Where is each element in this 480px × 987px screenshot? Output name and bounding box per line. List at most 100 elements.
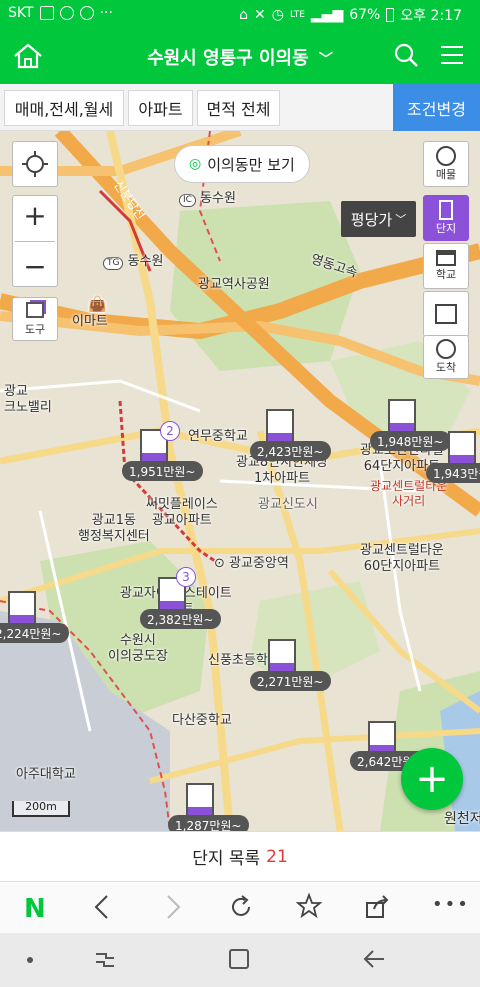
iui-palace-label: 수원시 이의궁도장 <box>108 633 168 665</box>
status-bar: SKT ··· ⌂ ✕ ◷ LTE ▂▄▆ 67% 오후 2:17 <box>0 0 480 28</box>
zoom-out-button[interactable]: − <box>23 252 46 281</box>
price-type-label: 평당가 <box>350 210 393 229</box>
chevron-down-icon: ﹀ <box>318 52 333 68</box>
star-icon[interactable] <box>295 892 323 923</box>
area-filter[interactable]: 면적 전체 <box>197 90 280 126</box>
price-bubble: 2,224만원~ <box>0 623 69 643</box>
clock: 오후 2:17 <box>400 8 462 24</box>
emart-label: 이마트 <box>72 314 108 329</box>
battery-label: 67% <box>349 7 381 23</box>
price-bubble: 1,943만원~ <box>426 463 480 483</box>
listings-icon <box>436 146 456 166</box>
sumit-place-label: 써밋플레이스 광교아파트 <box>146 497 218 529</box>
complex-list-bar[interactable]: 단지 목록 21 <box>0 831 480 881</box>
price-bubble: 2,423만원~ <box>250 441 331 461</box>
zoom-in-button[interactable]: + <box>23 201 46 230</box>
side-button-listings[interactable]: 매물 <box>423 141 469 187</box>
building-icon <box>186 783 214 817</box>
school-icon <box>436 250 456 266</box>
notification-icon <box>59 6 74 20</box>
junction-label: 광교센트럴타운 사거리 <box>370 479 448 508</box>
chevron-down-icon: ﹀ <box>395 213 407 226</box>
station-label: ⊙ 광교중앙역 <box>214 556 289 571</box>
signal-icon: ▂▄▆ <box>310 7 344 23</box>
map-view[interactable]: IC 동수원 TG 동수원 광교역사공원 영동고속 신분당선 이마트 👜 광교 … <box>0 131 480 831</box>
side-button-label: 매물 <box>435 168 457 181</box>
scale-bar: 200m <box>12 801 70 817</box>
battery-icon <box>386 8 395 22</box>
price-bubble: 1,948만원~ <box>370 431 451 451</box>
talk-icon <box>79 6 94 20</box>
carrier-label: SKT <box>8 5 34 21</box>
browser-toolbar: N ••• <box>0 881 480 933</box>
alarm-icon: ◷ <box>271 7 284 23</box>
shopping-bag-icon: 👜 <box>88 295 107 313</box>
naver-logo[interactable]: N <box>24 894 46 924</box>
only-area-button[interactable]: ◎ 이의동만 보기 <box>174 145 310 183</box>
count-badge: 2 <box>160 421 180 441</box>
technovalley-label: 광교 크노밸리 <box>4 384 52 416</box>
share-icon[interactable] <box>364 894 390 924</box>
side-button-arrival[interactable]: 도착 <box>423 335 469 379</box>
add-button[interactable]: + <box>401 748 463 810</box>
complex-count: 21 <box>266 846 288 867</box>
change-conditions-button[interactable]: 조건변경 <box>393 84 480 131</box>
search-icon[interactable] <box>393 42 419 72</box>
chevron-left-icon[interactable] <box>93 894 111 924</box>
building-icon <box>448 431 476 465</box>
building-icon <box>439 200 453 220</box>
menu-icon[interactable] <box>441 45 463 69</box>
price-bubble: 1,287만원~ <box>168 815 249 831</box>
building-icon <box>388 399 416 433</box>
count-badge: 3 <box>176 567 196 587</box>
dot-icon[interactable] <box>27 957 33 963</box>
tool-button[interactable]: 도구 <box>12 297 58 341</box>
tg-badge: TG 동수원 <box>103 254 164 271</box>
yeonmu-middle-label: 연무중학교 <box>188 429 248 444</box>
locate-button[interactable] <box>12 141 58 187</box>
ic-badge: IC 동수원 <box>179 191 236 208</box>
reload-icon[interactable] <box>228 894 254 924</box>
ajou-univ-label: 아주대학교 <box>16 767 76 782</box>
side-button-label: 단지 <box>435 222 457 235</box>
park-label: 광교역사공원 <box>198 277 270 292</box>
crosshair-icon <box>22 151 48 177</box>
side-button-label: 학교 <box>435 268 457 281</box>
price-bubble: 2,382만원~ <box>140 609 221 629</box>
only-area-label: 이의동만 보기 <box>207 155 295 174</box>
gallery-icon <box>39 6 54 20</box>
home-square-icon[interactable] <box>229 949 249 969</box>
trade-type-filter[interactable]: 매매,전세,월세 <box>4 90 124 126</box>
price-type-dropdown[interactable]: 평당가 ﹀ <box>341 201 416 237</box>
clock-icon <box>436 339 456 359</box>
layers-icon <box>26 301 44 318</box>
wonchon-label: 원천저 <box>444 811 480 827</box>
tool-label: 도구 <box>24 322 46 336</box>
location-pin-icon: ◎ <box>189 156 202 172</box>
more-icon[interactable]: ••• <box>432 894 470 915</box>
recent-apps-icon[interactable] <box>94 949 116 975</box>
plus-icon: + <box>415 756 449 802</box>
gwanggyo1dong-label: 광교1동 행정복지센터 <box>78 513 150 545</box>
central-town-60-label: 광교센트럴타운 60단지아파트 <box>360 543 444 575</box>
more-notifications-icon: ··· <box>99 5 113 21</box>
chevron-right-icon[interactable] <box>164 894 182 924</box>
lock-icon: ⌂ <box>239 7 248 23</box>
building-icon <box>268 639 296 673</box>
complex-list-label: 단지 목록 <box>192 849 261 869</box>
zoom-divider <box>15 240 55 242</box>
building-icon <box>8 591 36 625</box>
dasan-middle-label: 다산중학교 <box>172 713 232 728</box>
filter-bar: 매매,전세,월세 아파트 면적 전체 조건변경 <box>0 84 480 131</box>
zoom-control: + − <box>12 195 58 287</box>
network-label: LTE <box>289 10 305 20</box>
mute-icon: ✕ <box>253 7 266 23</box>
back-arrow-icon[interactable] <box>362 947 386 975</box>
property-type-filter[interactable]: 아파트 <box>128 90 193 126</box>
system-navigation-bar <box>0 933 480 987</box>
side-button-school[interactable]: 학교 <box>423 243 469 289</box>
side-button-complex[interactable]: 단지 <box>423 195 469 241</box>
side-button-agent[interactable]: 중개 <box>423 291 469 337</box>
building-icon <box>368 721 396 755</box>
app-header: 수원시 영통구 이의동 ﹀ <box>0 28 480 84</box>
